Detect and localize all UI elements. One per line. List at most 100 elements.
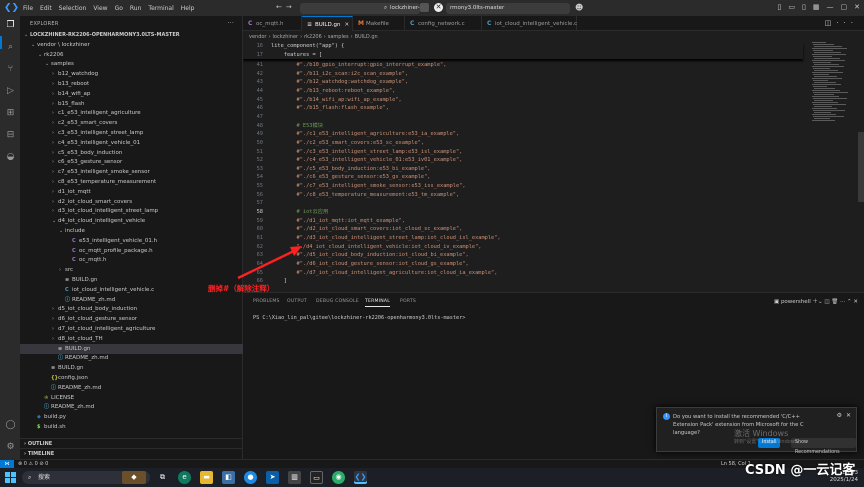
panel-tab-debug-console[interactable]: DEBUG CONSOLE (316, 299, 359, 304)
tree-folder[interactable]: › c4_e53_intelligent_vehicle_01 (20, 138, 243, 148)
app-icon-blue[interactable]: ● (244, 471, 257, 484)
tree-file[interactable]: Coc_mqtt_profile_package.h (20, 246, 243, 256)
close-icon[interactable]: ✕ (854, 3, 860, 11)
code-line[interactable]: 41 #"./b10_gpio_interrupt:gpio_interrupt… (243, 61, 803, 70)
tree-folder[interactable]: › b15_flash (20, 99, 243, 109)
tree-file[interactable]: ⓘ README_zh.md (20, 295, 243, 305)
code-line[interactable]: 65 #"./d7_iot_cloud_intelligent_agricult… (243, 269, 803, 278)
account-icon[interactable]: ◯ (5, 420, 16, 431)
close-panel-icon[interactable]: ✕ (853, 299, 858, 305)
tree-file[interactable]: ⓘ README_zh.md (20, 383, 243, 393)
code-line[interactable]: 49 #"./c1_e53_intelligent_agriculture:e5… (243, 130, 803, 139)
copilot-icon[interactable]: ☻ (575, 3, 583, 12)
remote-explorer-icon[interactable]: ⊟ (5, 130, 16, 141)
explorer-icon[interactable]: ❐ (5, 20, 16, 31)
terminal-app-icon[interactable]: ▭ (310, 471, 323, 484)
close-circle-icon[interactable]: ✕ (434, 3, 443, 12)
tree-folder[interactable]: › b13_reboot (20, 79, 243, 89)
sticky-line[interactable]: 16 lite_component("app") { (243, 42, 803, 51)
code-line[interactable]: 46 #"./b15_flash:flash_example", (243, 104, 803, 113)
file-explorer-icon[interactable]: ▬ (200, 471, 213, 484)
notification-settings-icon[interactable]: ⚙ (837, 412, 842, 419)
tree-folder[interactable]: › d1_iot_mqtt (20, 187, 243, 197)
vscode-taskbar-icon[interactable]: ❮❯ (354, 471, 367, 484)
tree-file[interactable]: ≡ BUILD.gn (20, 363, 243, 373)
tree-folder[interactable]: › c2_e53_smart_covers (20, 118, 243, 128)
tree-folder[interactable]: › d6_iot_cloud_gesture_sensor (20, 314, 243, 324)
more-actions-icon[interactable]: ··· (227, 19, 234, 27)
editor-tab[interactable]: Cconfig_network.c (405, 16, 482, 31)
edge-browser-icon[interactable]: e (178, 471, 191, 484)
search-highlight-icon[interactable]: ◆ (122, 471, 146, 484)
tree-folder[interactable]: ⌄ include (20, 226, 243, 236)
panel-tab-problems[interactable]: PROBLEMS (253, 299, 280, 304)
panel-tab-output[interactable]: OUTPUT (287, 299, 307, 304)
tree-folder[interactable]: › c7_e53_intelligent_smoke_sensor (20, 167, 243, 177)
tree-file[interactable]: Ce53_intelligent_vehicle_01.h (20, 236, 243, 246)
tree-file[interactable]: ⓘ README_zh.md (20, 402, 243, 412)
code-line[interactable]: 55 #"./c7_e53_intelligent_smoke_sensor:e… (243, 182, 803, 191)
terminal-prompt[interactable]: PS C:\Xiao_lin_pal\gitee\lockzhiner-rk22… (253, 315, 465, 321)
notification-close-icon[interactable]: ✕ (846, 412, 851, 419)
breadcrumb-item[interactable]: rk2206 (304, 34, 322, 40)
tree-folder[interactable]: › d7_iot_cloud_intelligent_agriculture (20, 324, 243, 334)
menu-terminal[interactable]: Terminal (148, 5, 173, 12)
kill-terminal-icon[interactable]: 🗑 (831, 299, 840, 305)
code-line[interactable]: 52 #"./c4_e53_intelligent_vehicle_01:e53… (243, 156, 803, 165)
command-center[interactable]: ⌕ lockzhiner- (300, 3, 420, 14)
editor-tab[interactable]: M Makefile (353, 16, 405, 31)
code-line[interactable]: 44 #"./b13_reboot:reboot_example", (243, 87, 803, 96)
tree-folder[interactable]: › c3_e53_intelligent_street_lamp (20, 128, 243, 138)
menu-help[interactable]: Help (181, 5, 195, 12)
code-line[interactable]: 63 #"./d5_iot_cloud_body_induction:iot_c… (243, 251, 803, 260)
panel-tab-ports[interactable]: PORTS (400, 299, 416, 304)
code-line[interactable]: 58 # iot云应用 (243, 208, 803, 217)
code-line[interactable]: 61 #"./d3_iot_cloud_intelligent_street_l… (243, 234, 803, 243)
tree-folder[interactable]: › src (20, 265, 243, 275)
code-line[interactable]: 47 (243, 113, 803, 122)
remote-app-icon[interactable] (420, 3, 429, 12)
outline-section[interactable]: › OUTLINE (20, 438, 243, 448)
menu-run[interactable]: Run (130, 5, 142, 12)
breadcrumb-item[interactable]: lockzhiner (273, 34, 299, 40)
tree-file[interactable]: ⓘ README_zh.md (20, 353, 243, 363)
tree-folder[interactable]: › c8_e53_temperature_measurement (20, 177, 243, 187)
tree-file[interactable]: Coc_mqtt.h (20, 255, 243, 265)
tree-folder[interactable]: ⌄ vendor \ lockzhiner (20, 40, 243, 50)
tree-folder[interactable]: ⌄ rk2206 (20, 50, 243, 60)
tree-folder[interactable]: › b12_watchdog (20, 69, 243, 79)
split-editor-icon[interactable]: ◫ (825, 19, 837, 27)
tree-folder[interactable]: ⌄ LOCKZHINER-RK2206-OPENHARMONY3.0LTS-MAS… (20, 30, 243, 40)
tree-folder[interactable]: › d3_iot_cloud_intelligent_street_lamp (20, 206, 243, 216)
panel-tab-terminal[interactable]: TERMINAL (365, 299, 390, 307)
more-actions-icon[interactable]: ··· (840, 299, 847, 305)
menu-file[interactable]: File (23, 5, 33, 12)
tree-folder[interactable]: › c5_e53_body_induction (20, 148, 243, 158)
store-icon[interactable]: ◧ (222, 471, 235, 484)
code-line[interactable]: 59 #"./d1_iot_mqtt:iot_mqtt_example", (243, 217, 803, 226)
tree-folder[interactable]: › c1_e53_intelligent_agriculture (20, 108, 243, 118)
code-line[interactable]: 60 #"./d2_iot_cloud_smart_covers:iot_clo… (243, 225, 803, 234)
code-line[interactable]: 48 # E53模块 (243, 122, 803, 131)
sticky-line[interactable]: 17 features = [ (243, 51, 803, 60)
tree-file[interactable]: ◆ build.py (20, 412, 243, 422)
tree-file[interactable]: ♔ LICENSE (20, 393, 243, 403)
tree-folder[interactable]: › d5_iot_cloud_body_induction (20, 304, 243, 314)
editor-tab[interactable]: ≡ BUILD.gn ✕ (302, 16, 353, 31)
breadcrumb-item[interactable]: BUILD.gn (355, 34, 378, 40)
docker-icon[interactable]: ◒ (5, 152, 16, 163)
tree-folder[interactable]: › d2_iot_cloud_smart_covers (20, 197, 243, 207)
shell-label[interactable]: powershell (781, 299, 811, 305)
tree-file[interactable]: {}config.json (20, 373, 243, 383)
extensions-icon[interactable]: ⊞ (5, 108, 16, 119)
tree-folder[interactable]: ⌄ d4_iot_cloud_intelligent_vehicle (20, 216, 243, 226)
wechat-icon[interactable]: ◉ (332, 471, 345, 484)
task-view-icon[interactable]: ⧉ (156, 471, 169, 484)
editor-tab[interactable]: Coc_mqtt.h (243, 16, 302, 31)
layout-secondary-icon[interactable]: ▯ (802, 3, 806, 11)
code-line[interactable]: 54 #"./c6_e53_gesture_sensor:e53_gs_exam… (243, 173, 803, 182)
paper-plane-icon[interactable]: ➤ (266, 471, 279, 484)
tree-folder[interactable]: › b14_wifi_ap (20, 89, 243, 99)
code-line[interactable]: 51 #"./c3_e53_intelligent_street_lamp:e5… (243, 148, 803, 157)
menu-selection[interactable]: Selection (59, 5, 87, 12)
